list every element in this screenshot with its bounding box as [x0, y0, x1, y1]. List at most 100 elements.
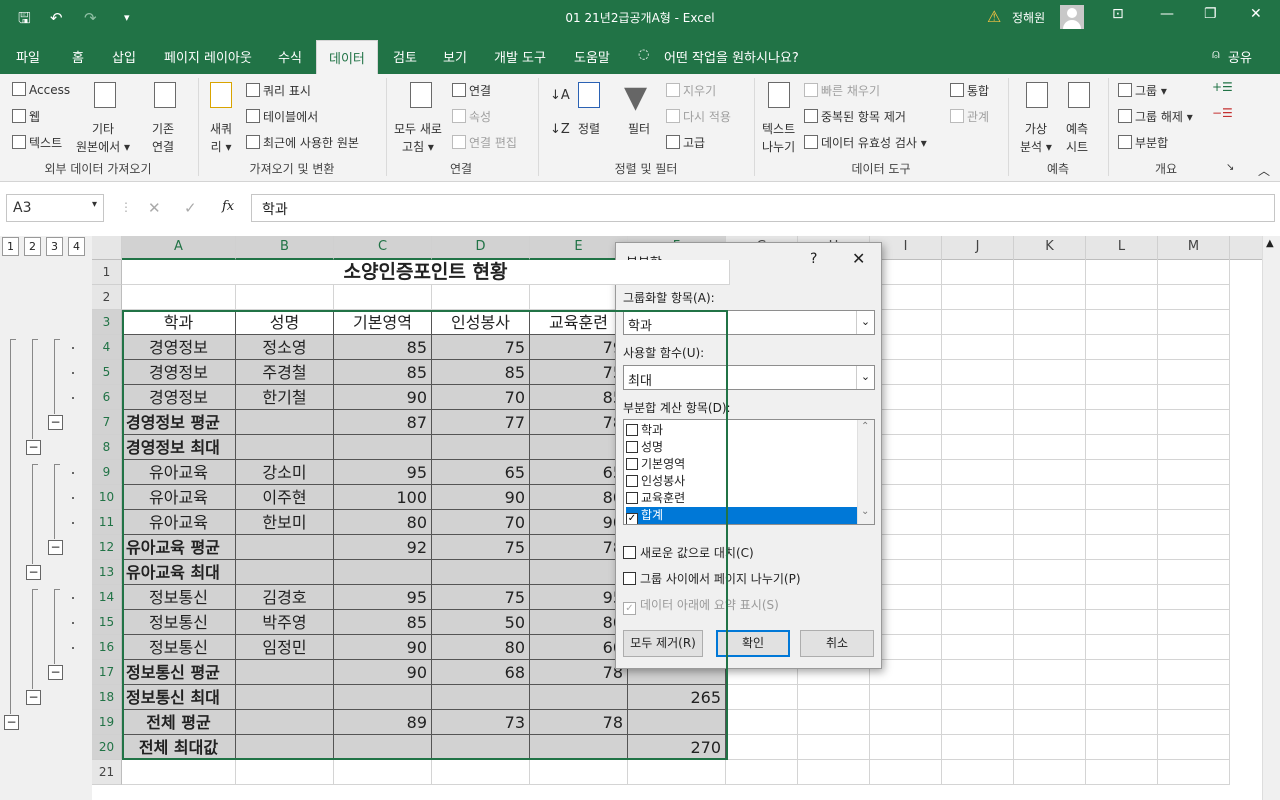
cell[interactable] [1158, 285, 1230, 310]
outline-level-3-button[interactable]: 3 [46, 237, 63, 256]
cell[interactable] [1086, 460, 1158, 485]
data-validation-button[interactable]: 데이터 유효성 검사 ▾ [804, 134, 927, 151]
warning-icon[interactable]: ⚠ [987, 7, 1001, 27]
column-header[interactable]: B [236, 236, 334, 260]
cell[interactable]: 90 [432, 485, 530, 510]
cell[interactable] [1014, 735, 1086, 760]
replace-current-checkbox[interactable]: 새로운 값으로 대치(C) [623, 544, 754, 561]
page-break-checkbox[interactable]: 그룹 사이에서 페이지 나누기(P) [623, 570, 801, 587]
cell[interactable] [1086, 735, 1158, 760]
cell[interactable] [942, 485, 1014, 510]
user-name[interactable]: 정해원 [1012, 9, 1045, 26]
text-to-columns-button[interactable]: 텍스트 나누기 [762, 120, 795, 156]
cell[interactable] [1086, 685, 1158, 710]
insert-function-icon[interactable]: fx [222, 199, 234, 214]
refresh-all-button[interactable]: 모두 새로 고침 ▾ [394, 120, 442, 156]
checkbox-icon[interactable] [623, 546, 636, 559]
cell[interactable]: 65 [432, 460, 530, 485]
cell[interactable] [1014, 535, 1086, 560]
cell[interactable] [1014, 285, 1086, 310]
cell[interactable]: 유아교육 [122, 510, 236, 535]
help-icon[interactable]: ? [810, 251, 817, 267]
cell[interactable] [1086, 360, 1158, 385]
cell[interactable] [530, 560, 628, 585]
cell[interactable] [1014, 660, 1086, 685]
cell[interactable]: 정보통신 [122, 610, 236, 635]
cancel-formula-icon[interactable]: ✕ [148, 199, 161, 217]
cell[interactable] [1158, 360, 1230, 385]
row-header[interactable]: 18 [92, 685, 122, 710]
cell[interactable] [1086, 285, 1158, 310]
row-header[interactable]: 5 [92, 360, 122, 385]
tab-page-layout[interactable]: 페이지 레이아웃 [164, 47, 252, 66]
outline-level-4-button[interactable]: 4 [68, 237, 85, 256]
ok-button[interactable]: 확인 [716, 630, 790, 657]
cell[interactable] [942, 285, 1014, 310]
subtotal-item[interactable]: 학과 [626, 422, 857, 439]
cell[interactable]: 85 [334, 610, 432, 635]
cell[interactable]: 정보통신 평균 [122, 660, 236, 685]
sort-ascending-icon[interactable]: ↓A [550, 88, 570, 103]
collapse-group-button[interactable]: − [48, 665, 63, 680]
cell[interactable]: 유아교육 [122, 485, 236, 510]
cell[interactable]: 교육훈련 [530, 310, 628, 335]
cell[interactable] [726, 735, 798, 760]
chevron-down-icon[interactable]: ⌄ [856, 366, 874, 389]
cell[interactable] [1086, 510, 1158, 535]
ribbon-display-options-icon[interactable]: ⊡ [1112, 6, 1124, 22]
cell[interactable] [1158, 460, 1230, 485]
cell[interactable] [1086, 535, 1158, 560]
cell[interactable] [1014, 485, 1086, 510]
row-header[interactable]: 16 [92, 635, 122, 660]
from-web-button[interactable]: 웹 [12, 108, 40, 125]
cell[interactable] [1014, 335, 1086, 360]
cell[interactable] [1014, 760, 1086, 785]
collapse-group-button[interactable]: − [48, 415, 63, 430]
cell[interactable]: 85 [432, 360, 530, 385]
cell[interactable] [1014, 360, 1086, 385]
collapse-group-button[interactable]: − [26, 690, 41, 705]
cell[interactable] [1086, 335, 1158, 360]
cell[interactable] [870, 760, 942, 785]
cell[interactable] [942, 685, 1014, 710]
what-if-analysis-button[interactable]: 가상 분석 ▾ [1020, 120, 1052, 156]
cell[interactable] [942, 510, 1014, 535]
cell[interactable] [236, 410, 334, 435]
scroll-down-icon[interactable]: ⌄ [861, 506, 869, 517]
cell[interactable]: 65 [530, 460, 628, 485]
row-header[interactable]: 14 [92, 585, 122, 610]
cell[interactable] [1014, 510, 1086, 535]
cell[interactable] [432, 435, 530, 460]
cell[interactable] [530, 285, 628, 310]
checkbox-icon[interactable]: ✓ [626, 513, 638, 524]
column-header[interactable]: E [530, 236, 628, 260]
cell[interactable]: 경영정보 [122, 385, 236, 410]
cell[interactable]: 임정민 [236, 635, 334, 660]
outline-level-1-button[interactable]: 1 [2, 237, 19, 256]
other-sources-button[interactable]: 기타 원본에서 ▾ [76, 120, 130, 156]
cell[interactable] [334, 685, 432, 710]
ungroup-button[interactable]: 그룹 해제 ▾ [1118, 108, 1193, 125]
checkbox-icon[interactable] [626, 441, 638, 453]
sort-button[interactable]: 정렬 [578, 120, 600, 137]
row-header[interactable]: 6 [92, 385, 122, 410]
cell[interactable]: 75 [432, 585, 530, 610]
cancel-button[interactable]: 취소 [800, 630, 874, 657]
hide-detail-icon[interactable]: −☰ [1212, 106, 1233, 120]
row-header[interactable]: 12 [92, 535, 122, 560]
cell[interactable] [1014, 260, 1086, 285]
row-header[interactable]: 20 [92, 735, 122, 760]
cell[interactable]: 78 [530, 660, 628, 685]
cell[interactable] [1158, 310, 1230, 335]
formula-input[interactable]: 학과 [251, 194, 1275, 222]
cell[interactable] [1014, 385, 1086, 410]
checkbox-icon[interactable] [626, 492, 638, 504]
cell[interactable] [530, 435, 628, 460]
collapse-group-button[interactable]: − [48, 540, 63, 555]
cell[interactable] [1158, 385, 1230, 410]
cell[interactable]: 85 [530, 385, 628, 410]
cell[interactable]: 85 [334, 360, 432, 385]
cell[interactable]: 78 [530, 535, 628, 560]
cell[interactable]: 성명 [236, 310, 334, 335]
column-header[interactable]: D [432, 236, 530, 260]
